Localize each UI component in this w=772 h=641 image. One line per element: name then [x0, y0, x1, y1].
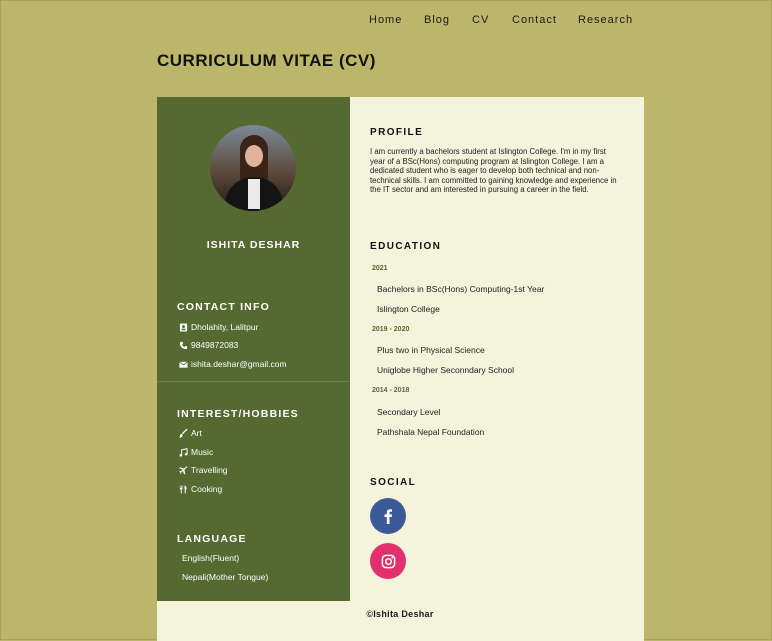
interest-cooking-text: Cooking — [191, 484, 223, 494]
nav-research-link[interactable]: Research — [578, 14, 633, 26]
education-degree: Bachelors in BSc(Hons) Computing-1st Yea… — [377, 284, 545, 294]
contact-address-text: Dholahity, Lalitpur — [191, 322, 259, 332]
paintbrush-icon — [179, 428, 188, 438]
education-year: 2021 — [372, 265, 388, 272]
page-title: CURRICULUM VITAE (CV) — [157, 51, 376, 70]
person-name: ISHITA DESHAR — [206, 239, 301, 251]
interests-heading: INTEREST/HOBBIES — [177, 408, 299, 420]
nav-blog-link[interactable]: Blog — [424, 14, 450, 26]
contact-phone-text: 9849872083 — [191, 340, 239, 350]
education-institution: Pathshala Nepal Foundation — [377, 427, 485, 437]
interest-item: Art — [179, 428, 202, 438]
profile-photo — [210, 125, 296, 211]
education-year: 2014 - 2018 — [372, 387, 410, 394]
education-year: 2019 - 2020 — [372, 326, 410, 333]
language-english: English(Fluent) — [182, 553, 240, 563]
interest-item: Cooking — [179, 484, 222, 494]
music-icon — [179, 447, 188, 457]
social-heading: SOCIAL — [370, 477, 417, 488]
copyright-text: ©Ishita Deshar — [366, 609, 434, 619]
interest-travelling-text: Travelling — [191, 465, 228, 475]
contact-email: ishita.deshar@gmail.com — [179, 359, 287, 369]
nav-cv-link[interactable]: CV — [472, 14, 489, 26]
language-heading: LANGUAGE — [177, 533, 247, 545]
language-nepali: Nepali(Mother Tongue) — [182, 572, 269, 582]
facebook-button[interactable] — [370, 498, 406, 534]
education-degree: Plus two in Physical Science — [377, 345, 485, 355]
cv-sidebar: ISHITA DESHAR CONTACT INFO Dholahity, La… — [157, 97, 350, 601]
contact-email-text: ishita.deshar@gmail.com — [191, 359, 287, 369]
cv-main: PROFILE I am currently a bachelors stude… — [350, 97, 644, 641]
phone-icon — [179, 341, 188, 349]
utensils-icon — [179, 484, 187, 494]
nav-contact-link[interactable]: Contact — [512, 14, 557, 26]
plane-icon — [179, 465, 188, 474]
contact-phone: 9849872083 — [179, 340, 238, 350]
contact-address: Dholahity, Lalitpur — [179, 322, 258, 332]
instagram-icon — [381, 554, 395, 568]
education-institution: Islington College — [377, 304, 440, 314]
sidebar-divider — [157, 381, 350, 382]
education-institution: Uniglobe Higher Seconndary School — [377, 365, 515, 375]
profile-heading: PROFILE — [370, 127, 424, 138]
interest-art-text: Art — [191, 428, 202, 438]
education-heading: EDUCATION — [370, 241, 442, 252]
profile-text: I am currently a bachelors student at Is… — [370, 147, 617, 195]
interest-item: Music — [179, 447, 213, 457]
contact-info-heading: CONTACT INFO — [177, 301, 270, 313]
address-card-icon — [179, 322, 188, 332]
instagram-button[interactable] — [370, 543, 406, 579]
footer-band — [157, 601, 350, 641]
envelope-icon — [179, 360, 188, 368]
facebook-icon — [384, 509, 392, 524]
education-degree: Secondary Level — [377, 407, 441, 417]
interest-item: Travelling — [179, 465, 228, 475]
nav-home-link[interactable]: Home — [369, 14, 402, 26]
interest-music-text: Music — [191, 447, 214, 457]
